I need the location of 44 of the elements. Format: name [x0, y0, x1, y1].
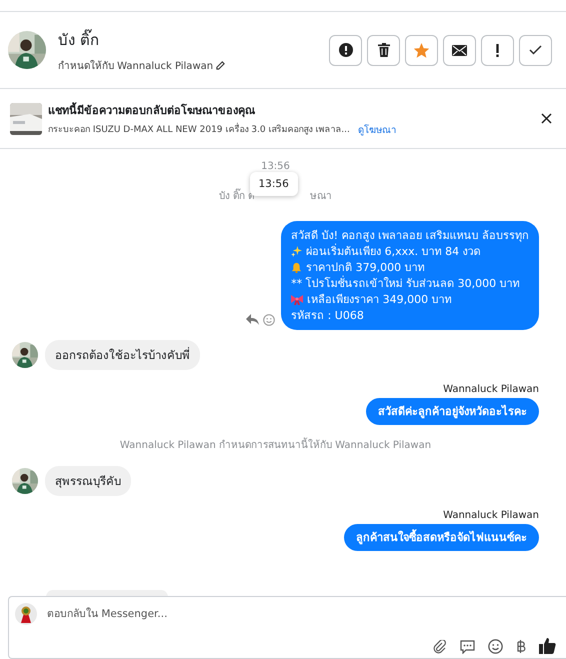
close-icon	[541, 113, 552, 124]
bell-icon	[291, 262, 302, 273]
like-button[interactable]	[539, 637, 556, 654]
system-note: ษณา	[310, 190, 332, 203]
sender-name: Wannaluck Pilawan	[443, 510, 539, 521]
message-text: รหัสรถ : U068	[291, 308, 364, 323]
view-ad-link[interactable]: ดูโฆษณา	[358, 122, 396, 136]
message-bubble: ออกรถต้องใช้อะไรบ้างคับพี่	[45, 340, 200, 370]
timestamp: 13:56	[261, 161, 290, 172]
sparkles-icon	[291, 246, 302, 257]
done-button[interactable]	[519, 34, 552, 66]
contact-name: บัง ติ๊ก	[58, 28, 100, 50]
message-text: ** โปรโมชั่นรถเข้าใหม่ รับส่วนลด 30,000 บาท	[291, 276, 520, 291]
message-text: เหลือเพียงราคา 349,000 บาท	[307, 292, 452, 307]
ad-banner-title: แชทนี้มีข้อความตอบกลับต่อโฆษณาของคุณ	[48, 101, 256, 118]
system-note: Wannaluck Pilawan กำหนดการสนทนานี้ให้กับ Wannaluck Pilawan	[120, 437, 432, 452]
emoji-icon[interactable]	[263, 314, 276, 326]
exclamation-icon	[496, 44, 499, 56]
baht-button[interactable]	[516, 639, 526, 654]
alert-icon	[338, 43, 352, 57]
close-button[interactable]	[541, 113, 552, 124]
emoji-button[interactable]	[488, 639, 503, 654]
star-button[interactable]	[405, 34, 438, 66]
unread-button[interactable]	[443, 34, 476, 66]
message-text: ราคาปกติ 379,000 บาท	[306, 260, 425, 275]
attach-button[interactable]	[433, 640, 447, 654]
envelope-icon	[452, 44, 467, 56]
pencil-icon[interactable]	[216, 60, 226, 70]
assignee-text: กำหนดให้กับ Wannaluck Pilawan	[58, 59, 214, 72]
saved-reply-button[interactable]	[460, 640, 475, 654]
message-bubble: สุพรรณบุรีคับ	[45, 466, 131, 496]
reply-icon[interactable]	[246, 314, 260, 325]
message-text: สวัสดีค่ะลูกค้าอยู่จังหวัดอะไรคะ	[378, 404, 527, 419]
ribbon-icon	[291, 294, 304, 304]
message-text: ลูกค้าสนใจซื้อสดหรือจัดไฟแนนซ์คะ	[356, 530, 527, 545]
sender-name: Wannaluck Pilawan	[443, 384, 539, 395]
message-text: สวัสดี บัง! คอกสูง เพลาลอย เสริมแหนบ ล้อบรรทุก	[291, 228, 529, 243]
important-button[interactable]	[481, 34, 514, 66]
trash-icon	[378, 43, 390, 57]
spam-button[interactable]	[329, 34, 362, 66]
message-text: ผ่อนเริ่มต้นเพียง 6,xxx. บาท 84 งวด	[306, 244, 481, 259]
check-icon	[529, 45, 542, 55]
delete-button[interactable]	[367, 34, 400, 66]
ad-banner-subtitle: กระบะคอก ISUZU D-MAX ALL NEW 2019 เครื่อง 3.0 เสริมคอกสูง เพลาล...	[48, 122, 350, 136]
